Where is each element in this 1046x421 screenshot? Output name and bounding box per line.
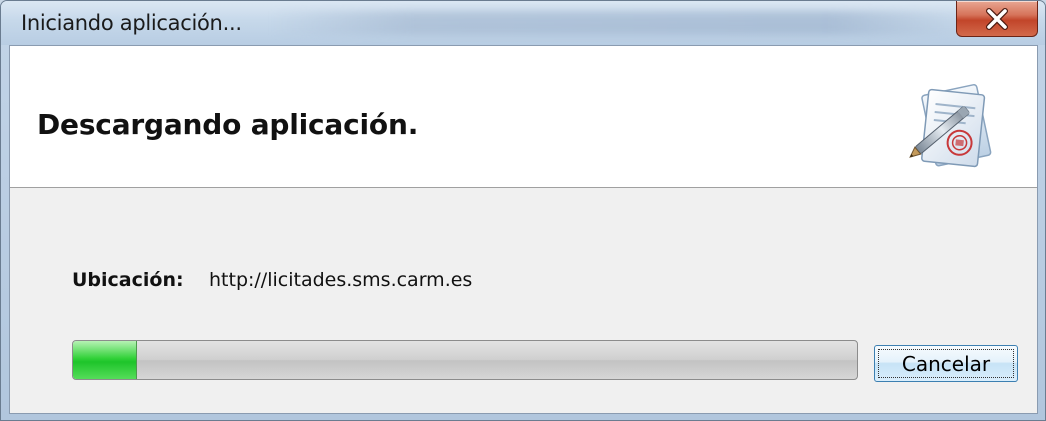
- cancel-button-label: Cancelar: [901, 351, 991, 376]
- header-title: Descargando aplicación.: [37, 108, 419, 141]
- download-progress-bar: [72, 340, 858, 380]
- dialog-client-area: Descargando aplicación. Ubicación: http:…: [9, 45, 1038, 414]
- download-dialog-window: Iniciando aplicación... Descargando apli…: [0, 0, 1046, 421]
- dialog-header: Descargando aplicación.: [10, 46, 1037, 188]
- progress-bar-fill: [73, 341, 137, 379]
- cancel-button-focus-outline: Cancelar: [878, 349, 1014, 378]
- window-title: Iniciando aplicación...: [21, 11, 242, 35]
- close-icon: [986, 7, 1008, 30]
- location-url: http://licitades.sms.carm.es: [209, 269, 473, 291]
- cancel-button[interactable]: Cancelar: [874, 345, 1018, 382]
- title-bar[interactable]: Iniciando aplicación...: [1, 1, 1045, 45]
- title-bar-background-blur: [271, 11, 971, 35]
- document-certificate-pen-icon: [909, 84, 992, 168]
- location-label: Ubicación:: [72, 269, 184, 291]
- close-button[interactable]: [956, 1, 1038, 37]
